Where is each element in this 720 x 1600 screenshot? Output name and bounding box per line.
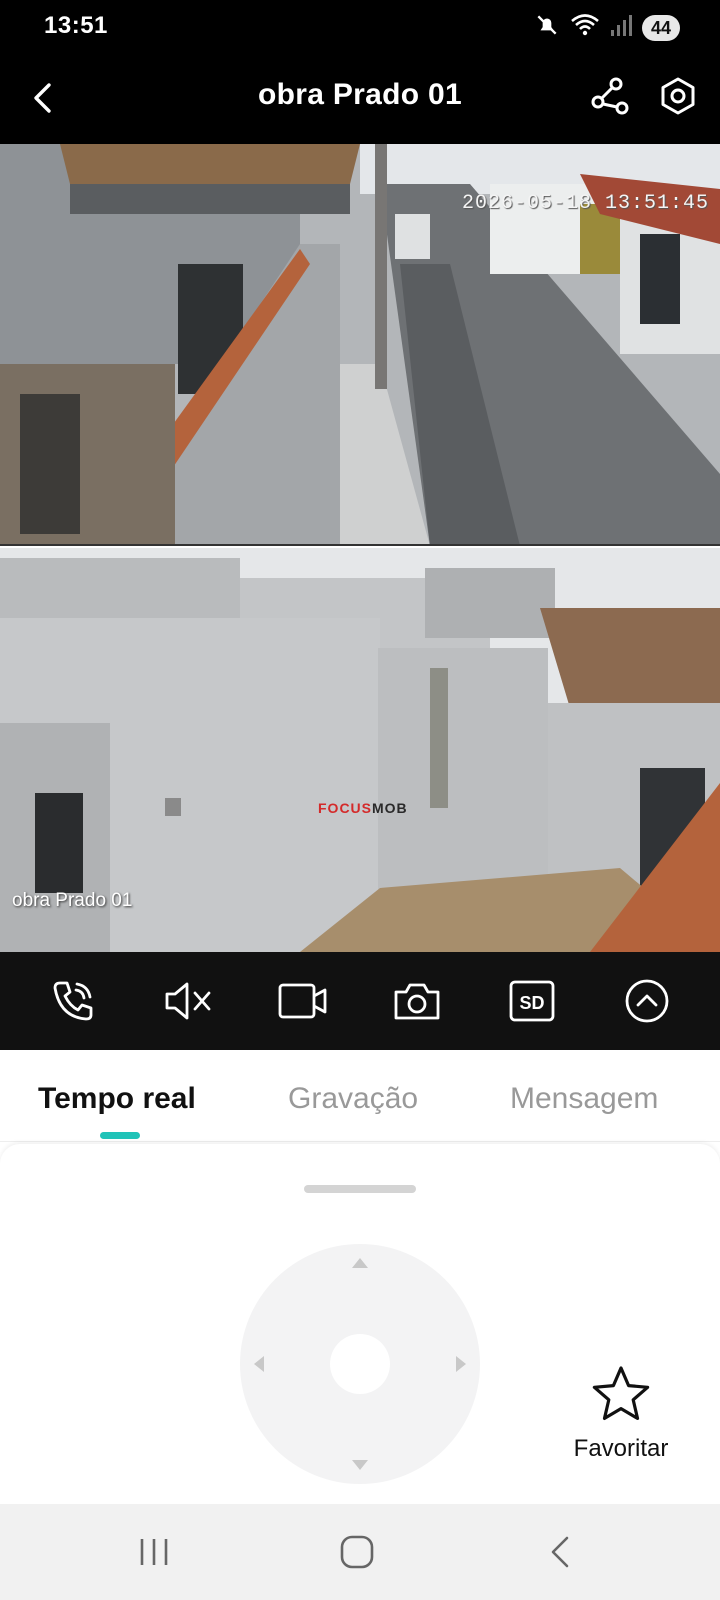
system-back-icon: [551, 1536, 569, 1568]
mute-notification-icon: [534, 12, 560, 43]
favorite-label: Favoritar: [573, 1435, 669, 1462]
app-header: obra Prado 01: [0, 52, 720, 144]
battery-indicator: 44: [641, 14, 680, 41]
panel-drag-handle[interactable]: [304, 1185, 416, 1193]
joystick-knob[interactable]: [330, 1334, 390, 1394]
phone-call-icon: [53, 981, 93, 1021]
home-icon: [340, 1535, 374, 1569]
system-back-button[interactable]: [530, 1532, 590, 1572]
tab-mensagem[interactable]: Mensagem: [510, 1082, 658, 1116]
tab-bar: Tempo real Gravação Mensagem: [0, 1050, 720, 1142]
mute-icon: [165, 982, 211, 1020]
arrow-down-icon[interactable]: [352, 1460, 368, 1470]
record-button[interactable]: [275, 973, 331, 1029]
favorite-button[interactable]: Favoritar: [556, 1364, 686, 1463]
svg-text:SD: SD: [519, 993, 544, 1013]
mute-button[interactable]: [160, 973, 216, 1029]
arrow-right-icon[interactable]: [456, 1356, 466, 1372]
arrow-up-icon[interactable]: [352, 1258, 368, 1268]
intercom-button[interactable]: [45, 973, 101, 1029]
snapshot-button[interactable]: [389, 973, 445, 1029]
sd-card-icon: SD: [509, 980, 555, 1022]
active-tab-indicator: [100, 1132, 140, 1139]
video-feed-bottom[interactable]: FOCUSMOB obra Prado 01: [0, 548, 720, 952]
recent-apps-icon: [140, 1539, 168, 1565]
record-video-icon: [278, 983, 327, 1019]
playback-controls: SD: [0, 952, 720, 1050]
ptz-joystick[interactable]: [240, 1244, 480, 1484]
wifi-icon: [570, 12, 600, 43]
watermark-logo: FOCUSMOB: [318, 800, 408, 816]
arrow-left-icon[interactable]: [254, 1356, 264, 1372]
home-button[interactable]: [327, 1532, 387, 1572]
status-bar: 13:51 44: [0, 0, 720, 52]
watermark-part-2: MOB: [372, 800, 408, 816]
video-feed-top[interactable]: 2026-05-18 13:51:45: [0, 144, 720, 546]
gear-icon: [661, 77, 695, 115]
watermark-part-1: FOCUS: [318, 800, 372, 816]
status-icons: 44: [534, 12, 680, 43]
tab-gravacao[interactable]: Gravação: [288, 1082, 418, 1116]
status-time: 13:51: [44, 12, 108, 39]
star-icon: [592, 1366, 650, 1420]
settings-button[interactable]: [656, 74, 700, 118]
share-icon: [591, 77, 629, 115]
expand-up-icon: [625, 979, 669, 1023]
expand-button[interactable]: [619, 973, 675, 1029]
system-nav-bar: [0, 1504, 720, 1600]
recent-apps-button[interactable]: [124, 1532, 184, 1572]
ptz-panel: Favoritar: [0, 1144, 720, 1504]
video-timestamp: 2026-05-18 13:51:45: [462, 192, 710, 215]
sd-card-button[interactable]: SD: [504, 973, 560, 1029]
video-camera-name: obra Prado 01: [12, 890, 133, 911]
share-button[interactable]: [588, 74, 632, 118]
snapshot-camera-icon: [394, 983, 440, 1020]
signal-icon: [610, 13, 632, 42]
tab-tempo-real[interactable]: Tempo real: [38, 1082, 196, 1116]
